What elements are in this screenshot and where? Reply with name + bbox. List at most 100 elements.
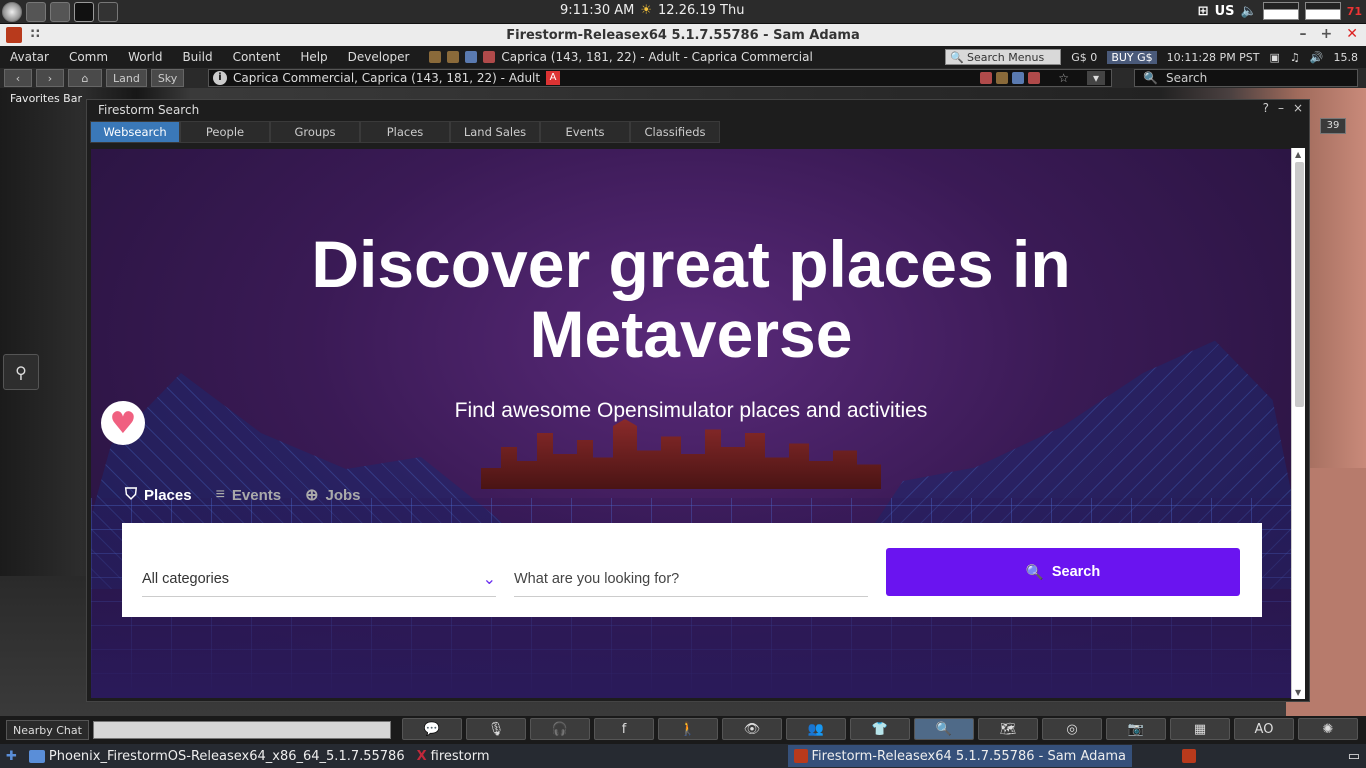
favorite-star-icon[interactable]: ☆	[1058, 71, 1069, 85]
maximize-icon[interactable]: +	[1321, 26, 1333, 42]
up-arrow-icon[interactable]	[98, 1, 118, 22]
search-button[interactable]: 🔍 Search	[886, 548, 1240, 596]
x-icon: X	[416, 748, 427, 764]
menu-developer[interactable]: Developer	[338, 50, 420, 64]
window-menu-handle[interactable]: ::	[30, 26, 40, 41]
scroll-thumb[interactable]	[1295, 162, 1304, 407]
tab-people[interactable]: People	[180, 121, 270, 143]
menu-comm[interactable]: Comm	[59, 50, 118, 64]
files-icon[interactable]	[26, 1, 46, 22]
radar-icon[interactable]: ◎	[1042, 718, 1102, 740]
favorites-bar[interactable]: Favorites Bar	[10, 92, 82, 105]
keyboard-layout[interactable]: US	[1215, 4, 1235, 19]
taskbar-desktop-icon[interactable]: ▭	[1342, 745, 1366, 767]
category-select[interactable]: All categories ⌄	[142, 561, 496, 597]
menu-search-input[interactable]: 🔍 Search Menus	[945, 49, 1062, 65]
home-button[interactable]: ⌂	[68, 69, 102, 87]
search-icon: 🔍	[1143, 71, 1158, 85]
search-icon[interactable]: 🔍	[914, 718, 974, 740]
search-floater: Firestorm Search ? – × Websearch People …	[86, 99, 1310, 702]
facebook-icon[interactable]: f	[594, 718, 654, 740]
headphones-icon[interactable]: 🎧	[530, 718, 590, 740]
taskbar-terminal-window[interactable]: X firestorm	[411, 745, 496, 767]
nearby-chat-button[interactable]: Nearby Chat	[6, 720, 89, 740]
search-icon: 🔍	[950, 50, 964, 64]
temperature-indicator: 71	[1346, 4, 1362, 18]
page-scrollbar[interactable]: ▲ ▼	[1291, 148, 1305, 699]
network-icon[interactable]: ⊞	[1198, 4, 1209, 19]
menu-location[interactable]: Caprica (143, 181, 22) - Adult - Caprica…	[501, 50, 812, 64]
minimize-icon[interactable]: –	[1278, 101, 1284, 115]
camera-icon[interactable]: 📷	[1106, 718, 1166, 740]
system-date[interactable]: 12.26.19 Thu	[658, 3, 744, 18]
viewer-menubar: Avatar Comm World Build Content Help Dev…	[0, 46, 1366, 68]
buy-currency-button[interactable]: BUY G$	[1107, 50, 1157, 64]
query-input[interactable]	[514, 561, 868, 597]
location-bar[interactable]: i Caprica Commercial, Caprica (143, 181,…	[208, 69, 1112, 87]
tab-classifieds[interactable]: Classifieds	[630, 121, 720, 143]
ao-button[interactable]: AO	[1234, 718, 1294, 740]
balance[interactable]: G$ 0	[1071, 51, 1097, 64]
dropdown-arrow-icon[interactable]: ▾	[1086, 71, 1105, 85]
websearch-page: Discover great places in Metaverse Find …	[91, 149, 1291, 698]
sky-button[interactable]: Sky	[150, 69, 185, 87]
tab-groups[interactable]: Groups	[270, 121, 360, 143]
system-clock[interactable]: 9:11:30 AM	[560, 3, 634, 18]
back-button[interactable]: ‹	[4, 69, 32, 87]
chat-input[interactable]	[92, 721, 391, 739]
taskbar-firestorm-window[interactable]: Firestorm-Releasex64 5.1.7.55786 - Sam A…	[787, 745, 1132, 767]
volume-icon[interactable]: 🔊	[1310, 51, 1324, 64]
taskbar-folder-window[interactable]: Phoenix_FirestormOS-Releasex64_x86_64_5.…	[23, 745, 411, 767]
walk-icon[interactable]: 🚶	[658, 718, 718, 740]
stats-icon[interactable]: ▣	[1270, 51, 1280, 64]
window-title: Firestorm-Releasex64 5.1.7.55786 - Sam A…	[506, 27, 860, 43]
taskbar-pager[interactable]	[1176, 745, 1202, 767]
firestorm-logo-icon[interactable]: ✺	[1298, 718, 1358, 740]
eye-icon[interactable]: 👁	[722, 718, 782, 740]
location-pin-icon[interactable]: ⚲	[3, 354, 39, 390]
scroll-up-icon[interactable]: ▲	[1295, 150, 1301, 159]
tab-land-sales[interactable]: Land Sales	[450, 121, 540, 143]
menu-avatar[interactable]: Avatar	[0, 50, 59, 64]
tab-places-listing[interactable]: ⛉ Places	[125, 485, 192, 505]
chat-bubble-icon[interactable]: 💬	[402, 718, 462, 740]
heart-icon[interactable]: ♥	[101, 401, 145, 445]
shirt-icon[interactable]: 👕	[850, 718, 910, 740]
app-menu-icon[interactable]	[2, 1, 22, 22]
navbar-search[interactable]: 🔍 Search	[1134, 69, 1358, 87]
info-icon[interactable]: i	[213, 71, 227, 85]
tab-events[interactable]: Events	[540, 121, 630, 143]
menu-help[interactable]: Help	[290, 50, 337, 64]
inventory-icon[interactable]: ▦	[1170, 718, 1230, 740]
floater-title[interactable]: Firestorm Search	[87, 100, 1309, 120]
media-icon[interactable]: ♫	[1290, 51, 1300, 64]
close-icon[interactable]: ×	[1293, 101, 1303, 115]
scroll-down-icon[interactable]: ▼	[1295, 688, 1301, 697]
menu-world[interactable]: World	[118, 50, 172, 64]
menu-build[interactable]: Build	[172, 50, 222, 64]
parcel-push-icon	[483, 51, 496, 63]
monitor-icon[interactable]	[50, 1, 70, 22]
minimize-icon[interactable]: –	[1300, 26, 1307, 42]
taskbar-menu-icon[interactable]: ✚	[0, 745, 23, 767]
search-card: All categories ⌄ 🔍 Search	[122, 523, 1262, 617]
folder-icon	[28, 749, 45, 763]
notification-count[interactable]: 39	[1320, 118, 1346, 134]
menu-content[interactable]: Content	[223, 50, 291, 64]
volume-icon[interactable]: 🔈	[1241, 4, 1257, 19]
tab-events-listing[interactable]: ≡ Events	[216, 485, 282, 505]
place-pin-icon: ⛉	[125, 486, 138, 503]
tab-places[interactable]: Places	[360, 121, 450, 143]
people-icon[interactable]: 👥	[786, 718, 846, 740]
map-icon[interactable]: 🗺	[978, 718, 1038, 740]
terminal-icon[interactable]	[74, 1, 94, 22]
forward-button[interactable]: ›	[36, 69, 64, 87]
land-button[interactable]: Land	[106, 69, 147, 87]
close-icon[interactable]: ✕	[1346, 26, 1358, 42]
window-titlebar[interactable]: :: Firestorm-Releasex64 5.1.7.55786 - Sa…	[0, 24, 1366, 46]
help-icon[interactable]: ?	[1263, 101, 1269, 115]
tab-jobs-listing[interactable]: ⊕ Jobs	[305, 485, 360, 505]
microphone-icon[interactable]: 🎙	[466, 718, 526, 740]
tab-websearch[interactable]: Websearch	[90, 121, 180, 143]
server-time: 10:11:28 PM PST	[1166, 50, 1260, 64]
